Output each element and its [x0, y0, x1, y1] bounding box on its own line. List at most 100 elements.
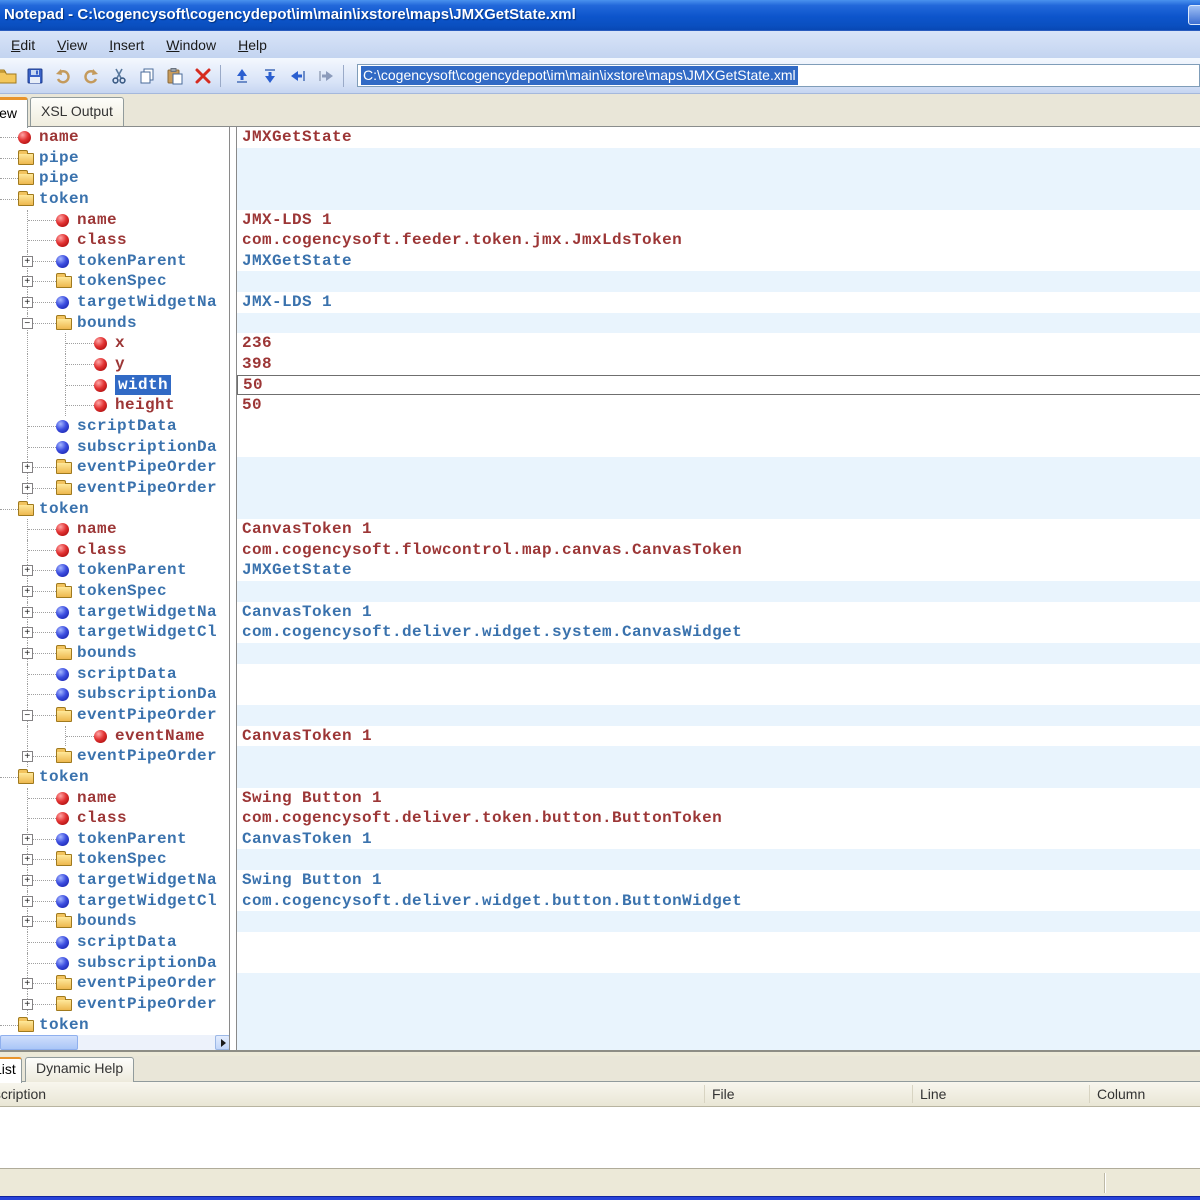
tree-node-tokenSpec[interactable]: +tokenSpec — [0, 271, 229, 292]
tree-node-bounds[interactable]: + bounds — [0, 911, 229, 932]
node-label[interactable]: bounds — [77, 911, 137, 932]
expand-plus-icon[interactable]: + — [22, 627, 33, 638]
save-button[interactable] — [23, 64, 47, 88]
expand-plus-icon[interactable]: + — [22, 896, 33, 907]
tree-node-targetWidgetCl[interactable]: + targetWidgetCl — [0, 891, 229, 912]
tree-node-name[interactable]: name — [0, 519, 229, 540]
node-label[interactable]: name — [39, 127, 79, 148]
value-cell[interactable] — [237, 499, 1200, 520]
menu-help[interactable]: Help — [227, 33, 278, 57]
value-cell[interactable]: CanvasToken 1 — [237, 829, 1200, 850]
value-cell[interactable]: 398 — [237, 354, 1200, 375]
column-description[interactable]: Description — [0, 1082, 46, 1106]
column-file[interactable]: File — [712, 1082, 735, 1106]
collapse-minus-icon[interactable]: − — [22, 318, 33, 329]
node-label[interactable]: eventPipeOrder — [77, 994, 217, 1015]
node-label[interactable]: tokenParent — [77, 251, 187, 272]
node-label[interactable]: eventPipeOrder — [77, 705, 217, 726]
expand-plus-icon[interactable]: + — [22, 834, 33, 845]
value-cell[interactable]: CanvasToken 1 — [237, 519, 1200, 540]
node-label[interactable]: targetWidgetCl — [77, 891, 217, 912]
value-cell[interactable]: 236 — [237, 333, 1200, 354]
tab-dynamic-help[interactable]: Dynamic Help — [25, 1057, 134, 1082]
node-label[interactable]: scriptData — [77, 664, 177, 685]
expand-plus-icon[interactable]: + — [22, 751, 33, 762]
tree-node-subscriptionDa[interactable]: subscriptionDa — [0, 437, 229, 458]
tree-node-eventPipeOrder[interactable]: +eventPipeOrder — [0, 478, 229, 499]
node-label[interactable]: bounds — [77, 643, 137, 664]
tree-node-targetWidgetNa[interactable]: +targetWidgetNa — [0, 870, 229, 891]
expand-plus-icon[interactable]: + — [22, 483, 33, 494]
value-cell[interactable]: com.cogencysoft.deliver.token.button.But… — [237, 808, 1200, 829]
value-cell[interactable]: com.cogencysoft.flowcontrol.map.canvas.C… — [237, 540, 1200, 561]
tree-node-token[interactable]: token — [0, 499, 229, 520]
tree-node-subscriptionDa[interactable]: subscriptionDa — [0, 684, 229, 705]
node-label[interactable]: x — [115, 333, 125, 354]
value-cell[interactable] — [237, 437, 1200, 458]
tree-node-height[interactable]: height — [0, 395, 229, 416]
value-cell[interactable] — [237, 168, 1200, 189]
value-cell[interactable]: JMXGetState — [237, 127, 1200, 148]
tree-pane[interactable]: namepipepipetokennameclass+tokenParent+t… — [0, 127, 230, 1050]
value-pane[interactable]: JMXGetState JMX-LDS 1 com.cogencysoft.feed… — [236, 127, 1200, 1050]
value-cell[interactable]: com.cogencysoft.feeder.token.jmx.JmxLdsT… — [237, 230, 1200, 251]
minimize-button-fragment[interactable] — [1188, 5, 1200, 25]
node-label[interactable]: subscriptionDa — [77, 684, 217, 705]
node-label[interactable]: height — [115, 395, 175, 416]
menu-edit[interactable]: Edit — [0, 33, 46, 57]
tree-node-class[interactable]: class — [0, 540, 229, 561]
value-cell[interactable] — [237, 1015, 1200, 1036]
tree-node-tokenSpec[interactable]: +tokenSpec — [0, 849, 229, 870]
value-cell[interactable]: com.cogencysoft.deliver.widget.button.Bu… — [237, 891, 1200, 912]
node-label[interactable]: targetWidgetCl — [77, 622, 217, 643]
tree-node-name[interactable]: name — [0, 127, 229, 148]
error-list-body[interactable] — [0, 1107, 1200, 1168]
node-label[interactable]: tokenParent — [77, 829, 187, 850]
delete-button[interactable] — [191, 64, 215, 88]
expand-plus-icon[interactable]: + — [22, 854, 33, 865]
node-label[interactable]: token — [39, 1015, 89, 1036]
expand-plus-icon[interactable]: + — [22, 607, 33, 618]
value-cell[interactable] — [237, 313, 1200, 334]
node-label[interactable]: eventPipeOrder — [77, 973, 217, 994]
node-label[interactable]: width — [115, 375, 171, 396]
value-cell[interactable] — [237, 932, 1200, 953]
tab-xsl-output[interactable]: XSL Output — [30, 97, 124, 126]
expand-plus-icon[interactable]: + — [22, 256, 33, 267]
tree-node-eventPipeOrder[interactable]: +eventPipeOrder — [0, 746, 229, 767]
tab-tree-view[interactable]: Tree View — [0, 97, 28, 128]
node-label[interactable]: tokenParent — [77, 560, 187, 581]
value-cell[interactable] — [237, 457, 1200, 478]
value-cell[interactable] — [237, 189, 1200, 210]
tree-node-tokenParent[interactable]: +tokenParent — [0, 560, 229, 581]
node-label[interactable]: targetWidgetNa — [77, 292, 217, 313]
tree-node-tokenParent[interactable]: + tokenParent — [0, 829, 229, 850]
menu-insert[interactable]: Insert — [98, 33, 155, 57]
collapse-minus-icon[interactable]: − — [22, 710, 33, 721]
value-cell[interactable] — [237, 581, 1200, 602]
tree-node-eventName[interactable]: eventName — [0, 726, 229, 747]
expand-plus-icon[interactable]: + — [22, 916, 33, 927]
value-cell[interactable] — [237, 994, 1200, 1015]
node-label[interactable]: eventName — [115, 726, 205, 747]
tree-node-pipe[interactable]: pipe — [0, 168, 229, 189]
tab-error-list[interactable]: Error List — [0, 1057, 22, 1083]
open-button[interactable] — [0, 64, 19, 88]
tree-node-name[interactable]: name — [0, 210, 229, 231]
menu-view[interactable]: View — [46, 33, 98, 57]
scroll-right-button[interactable] — [215, 1035, 230, 1050]
expand-plus-icon[interactable]: + — [22, 648, 33, 659]
tree-node-token[interactable]: token — [0, 767, 229, 788]
expand-plus-icon[interactable]: + — [22, 978, 33, 989]
value-cell[interactable] — [237, 416, 1200, 437]
tree-node-eventPipeOrder[interactable]: + eventPipeOrder — [0, 973, 229, 994]
node-label[interactable]: subscriptionDa — [77, 437, 217, 458]
node-label[interactable]: bounds — [77, 313, 137, 334]
value-cell[interactable]: JMX-LDS 1 — [237, 292, 1200, 313]
tree-node-y[interactable]: y — [0, 354, 229, 375]
node-label[interactable]: targetWidgetNa — [77, 870, 217, 891]
expand-plus-icon[interactable]: + — [22, 297, 33, 308]
address-combobox[interactable]: C:\cogencysoft\cogencydepot\im\main\ixst… — [357, 64, 1200, 87]
column-column[interactable]: Column — [1097, 1082, 1145, 1106]
value-cell[interactable]: JMXGetState — [237, 251, 1200, 272]
